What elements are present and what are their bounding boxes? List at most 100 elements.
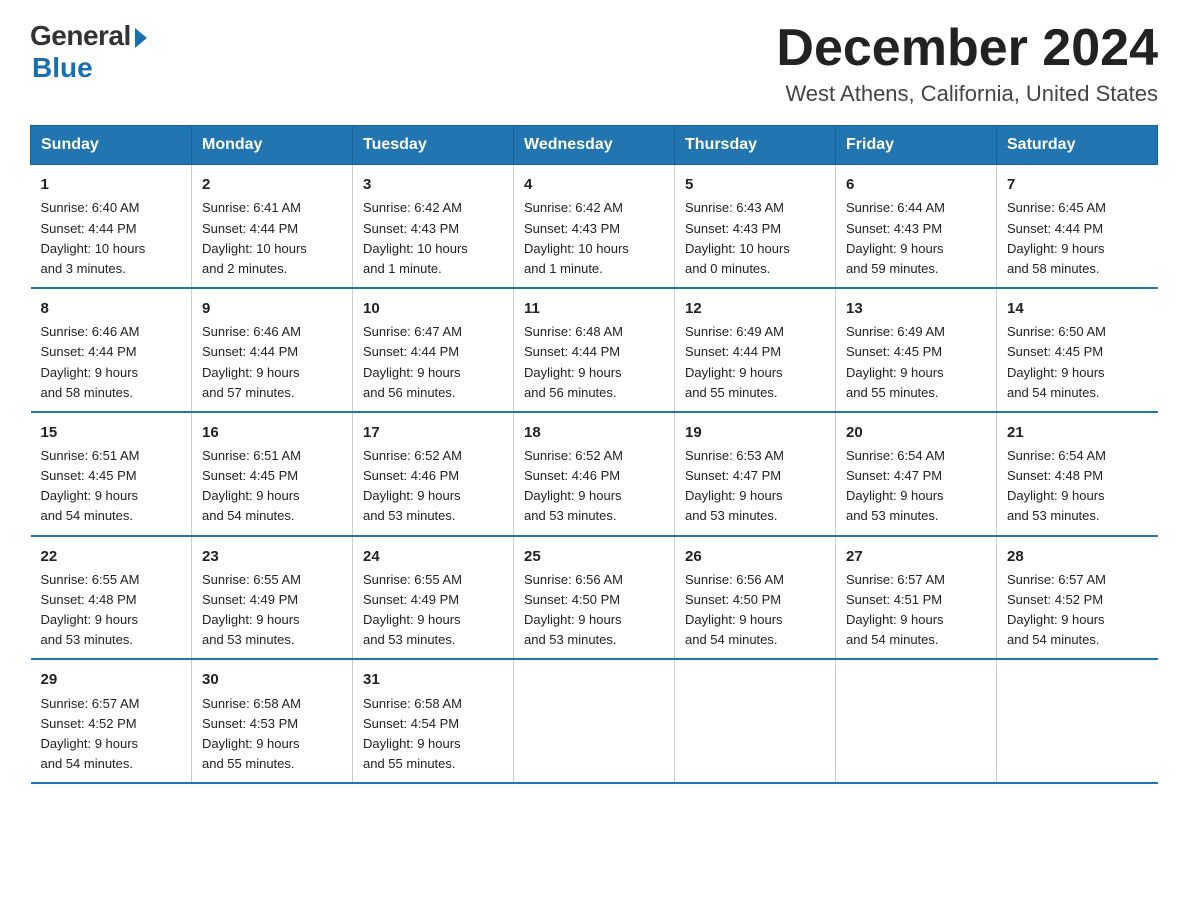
day-info: Sunrise: 6:58 AM Sunset: 4:53 PM Dayligh… (202, 694, 342, 775)
calendar-cell: 22Sunrise: 6:55 AM Sunset: 4:48 PM Dayli… (31, 536, 192, 660)
logo-blue-text: Blue (32, 52, 93, 84)
day-number: 26 (685, 545, 825, 568)
day-number: 14 (1007, 297, 1148, 320)
calendar-cell: 19Sunrise: 6:53 AM Sunset: 4:47 PM Dayli… (675, 412, 836, 536)
calendar-cell: 6Sunrise: 6:44 AM Sunset: 4:43 PM Daylig… (836, 165, 997, 288)
calendar-cell: 4Sunrise: 6:42 AM Sunset: 4:43 PM Daylig… (514, 165, 675, 288)
day-info: Sunrise: 6:53 AM Sunset: 4:47 PM Dayligh… (685, 446, 825, 527)
day-number: 31 (363, 668, 503, 691)
day-info: Sunrise: 6:44 AM Sunset: 4:43 PM Dayligh… (846, 198, 986, 279)
day-number: 22 (41, 545, 182, 568)
calendar-cell: 16Sunrise: 6:51 AM Sunset: 4:45 PM Dayli… (192, 412, 353, 536)
day-info: Sunrise: 6:46 AM Sunset: 4:44 PM Dayligh… (41, 322, 182, 403)
calendar-week-row: 1Sunrise: 6:40 AM Sunset: 4:44 PM Daylig… (31, 165, 1158, 288)
calendar-cell: 13Sunrise: 6:49 AM Sunset: 4:45 PM Dayli… (836, 288, 997, 412)
calendar-cell: 20Sunrise: 6:54 AM Sunset: 4:47 PM Dayli… (836, 412, 997, 536)
day-info: Sunrise: 6:56 AM Sunset: 4:50 PM Dayligh… (524, 570, 664, 651)
day-info: Sunrise: 6:57 AM Sunset: 4:52 PM Dayligh… (1007, 570, 1148, 651)
day-number: 4 (524, 173, 664, 196)
calendar-cell: 23Sunrise: 6:55 AM Sunset: 4:49 PM Dayli… (192, 536, 353, 660)
calendar-cell: 26Sunrise: 6:56 AM Sunset: 4:50 PM Dayli… (675, 536, 836, 660)
day-number: 2 (202, 173, 342, 196)
page-header: General Blue December 2024 West Athens, … (30, 20, 1158, 107)
day-info: Sunrise: 6:45 AM Sunset: 4:44 PM Dayligh… (1007, 198, 1148, 279)
header-saturday: Saturday (997, 126, 1158, 165)
day-info: Sunrise: 6:55 AM Sunset: 4:49 PM Dayligh… (202, 570, 342, 651)
day-number: 9 (202, 297, 342, 320)
calendar-cell: 31 Sunrise: 6:58 AM Sunset: 4:54 PM Dayli… (353, 659, 514, 783)
day-number: 25 (524, 545, 664, 568)
calendar-cell (836, 659, 997, 783)
day-number: 6 (846, 173, 986, 196)
calendar-cell: 17Sunrise: 6:52 AM Sunset: 4:46 PM Dayli… (353, 412, 514, 536)
day-number: 8 (41, 297, 182, 320)
day-info: Sunrise: 6:55 AM Sunset: 4:48 PM Dayligh… (41, 570, 182, 651)
calendar-cell: 28Sunrise: 6:57 AM Sunset: 4:52 PM Dayli… (997, 536, 1158, 660)
day-info: Sunrise: 6:42 AM Sunset: 4:43 PM Dayligh… (363, 198, 503, 279)
header-thursday: Thursday (675, 126, 836, 165)
day-number: 13 (846, 297, 986, 320)
calendar-cell: 12Sunrise: 6:49 AM Sunset: 4:44 PM Dayli… (675, 288, 836, 412)
calendar-cell (514, 659, 675, 783)
logo: General Blue (30, 20, 147, 84)
calendar-cell: 30 Sunrise: 6:58 AM Sunset: 4:53 PM Dayli… (192, 659, 353, 783)
calendar-cell: 18Sunrise: 6:52 AM Sunset: 4:46 PM Dayli… (514, 412, 675, 536)
calendar-cell: 1Sunrise: 6:40 AM Sunset: 4:44 PM Daylig… (31, 165, 192, 288)
calendar-cell: 25Sunrise: 6:56 AM Sunset: 4:50 PM Dayli… (514, 536, 675, 660)
day-info: Sunrise: 6:46 AM Sunset: 4:44 PM Dayligh… (202, 322, 342, 403)
calendar-cell: 8Sunrise: 6:46 AM Sunset: 4:44 PM Daylig… (31, 288, 192, 412)
day-number: 1 (41, 173, 182, 196)
calendar-cell: 2Sunrise: 6:41 AM Sunset: 4:44 PM Daylig… (192, 165, 353, 288)
day-number: 21 (1007, 421, 1148, 444)
calendar-cell: 15Sunrise: 6:51 AM Sunset: 4:45 PM Dayli… (31, 412, 192, 536)
day-number: 29 (41, 668, 182, 691)
day-info: Sunrise: 6:55 AM Sunset: 4:49 PM Dayligh… (363, 570, 503, 651)
calendar-cell: 27Sunrise: 6:57 AM Sunset: 4:51 PM Dayli… (836, 536, 997, 660)
day-info: Sunrise: 6:52 AM Sunset: 4:46 PM Dayligh… (363, 446, 503, 527)
calendar-cell: 7Sunrise: 6:45 AM Sunset: 4:44 PM Daylig… (997, 165, 1158, 288)
location-subtitle: West Athens, California, United States (776, 81, 1158, 107)
day-info: Sunrise: 6:58 AM Sunset: 4:54 PM Dayligh… (363, 694, 503, 775)
header-friday: Friday (836, 126, 997, 165)
day-info: Sunrise: 6:52 AM Sunset: 4:46 PM Dayligh… (524, 446, 664, 527)
header-tuesday: Tuesday (353, 126, 514, 165)
day-info: Sunrise: 6:47 AM Sunset: 4:44 PM Dayligh… (363, 322, 503, 403)
header-monday: Monday (192, 126, 353, 165)
calendar-cell: 29 Sunrise: 6:57 AM Sunset: 4:52 PM Dayli… (31, 659, 192, 783)
calendar-header-row: SundayMondayTuesdayWednesdayThursdayFrid… (31, 126, 1158, 165)
day-info: Sunrise: 6:48 AM Sunset: 4:44 PM Dayligh… (524, 322, 664, 403)
day-number: 27 (846, 545, 986, 568)
calendar-cell: 14Sunrise: 6:50 AM Sunset: 4:45 PM Dayli… (997, 288, 1158, 412)
day-info: Sunrise: 6:43 AM Sunset: 4:43 PM Dayligh… (685, 198, 825, 279)
day-info: Sunrise: 6:51 AM Sunset: 4:45 PM Dayligh… (202, 446, 342, 527)
calendar-cell: 5Sunrise: 6:43 AM Sunset: 4:43 PM Daylig… (675, 165, 836, 288)
calendar-cell: 11Sunrise: 6:48 AM Sunset: 4:44 PM Dayli… (514, 288, 675, 412)
day-number: 30 (202, 668, 342, 691)
day-number: 17 (363, 421, 503, 444)
calendar-cell (675, 659, 836, 783)
day-number: 7 (1007, 173, 1148, 196)
day-info: Sunrise: 6:40 AM Sunset: 4:44 PM Dayligh… (41, 198, 182, 279)
calendar-cell: 10Sunrise: 6:47 AM Sunset: 4:44 PM Dayli… (353, 288, 514, 412)
day-info: Sunrise: 6:49 AM Sunset: 4:44 PM Dayligh… (685, 322, 825, 403)
day-number: 23 (202, 545, 342, 568)
calendar-week-row: 15Sunrise: 6:51 AM Sunset: 4:45 PM Dayli… (31, 412, 1158, 536)
day-number: 12 (685, 297, 825, 320)
header-wednesday: Wednesday (514, 126, 675, 165)
title-section: December 2024 West Athens, California, U… (776, 20, 1158, 107)
calendar-week-row: 8Sunrise: 6:46 AM Sunset: 4:44 PM Daylig… (31, 288, 1158, 412)
calendar-cell: 9Sunrise: 6:46 AM Sunset: 4:44 PM Daylig… (192, 288, 353, 412)
calendar-week-row: 22Sunrise: 6:55 AM Sunset: 4:48 PM Dayli… (31, 536, 1158, 660)
day-info: Sunrise: 6:51 AM Sunset: 4:45 PM Dayligh… (41, 446, 182, 527)
day-number: 5 (685, 173, 825, 196)
day-info: Sunrise: 6:54 AM Sunset: 4:48 PM Dayligh… (1007, 446, 1148, 527)
calendar-table: SundayMondayTuesdayWednesdayThursdayFrid… (30, 125, 1158, 784)
day-info: Sunrise: 6:50 AM Sunset: 4:45 PM Dayligh… (1007, 322, 1148, 403)
day-info: Sunrise: 6:57 AM Sunset: 4:51 PM Dayligh… (846, 570, 986, 651)
day-info: Sunrise: 6:42 AM Sunset: 4:43 PM Dayligh… (524, 198, 664, 279)
day-info: Sunrise: 6:57 AM Sunset: 4:52 PM Dayligh… (41, 694, 182, 775)
day-number: 19 (685, 421, 825, 444)
day-info: Sunrise: 6:49 AM Sunset: 4:45 PM Dayligh… (846, 322, 986, 403)
day-number: 3 (363, 173, 503, 196)
day-number: 18 (524, 421, 664, 444)
